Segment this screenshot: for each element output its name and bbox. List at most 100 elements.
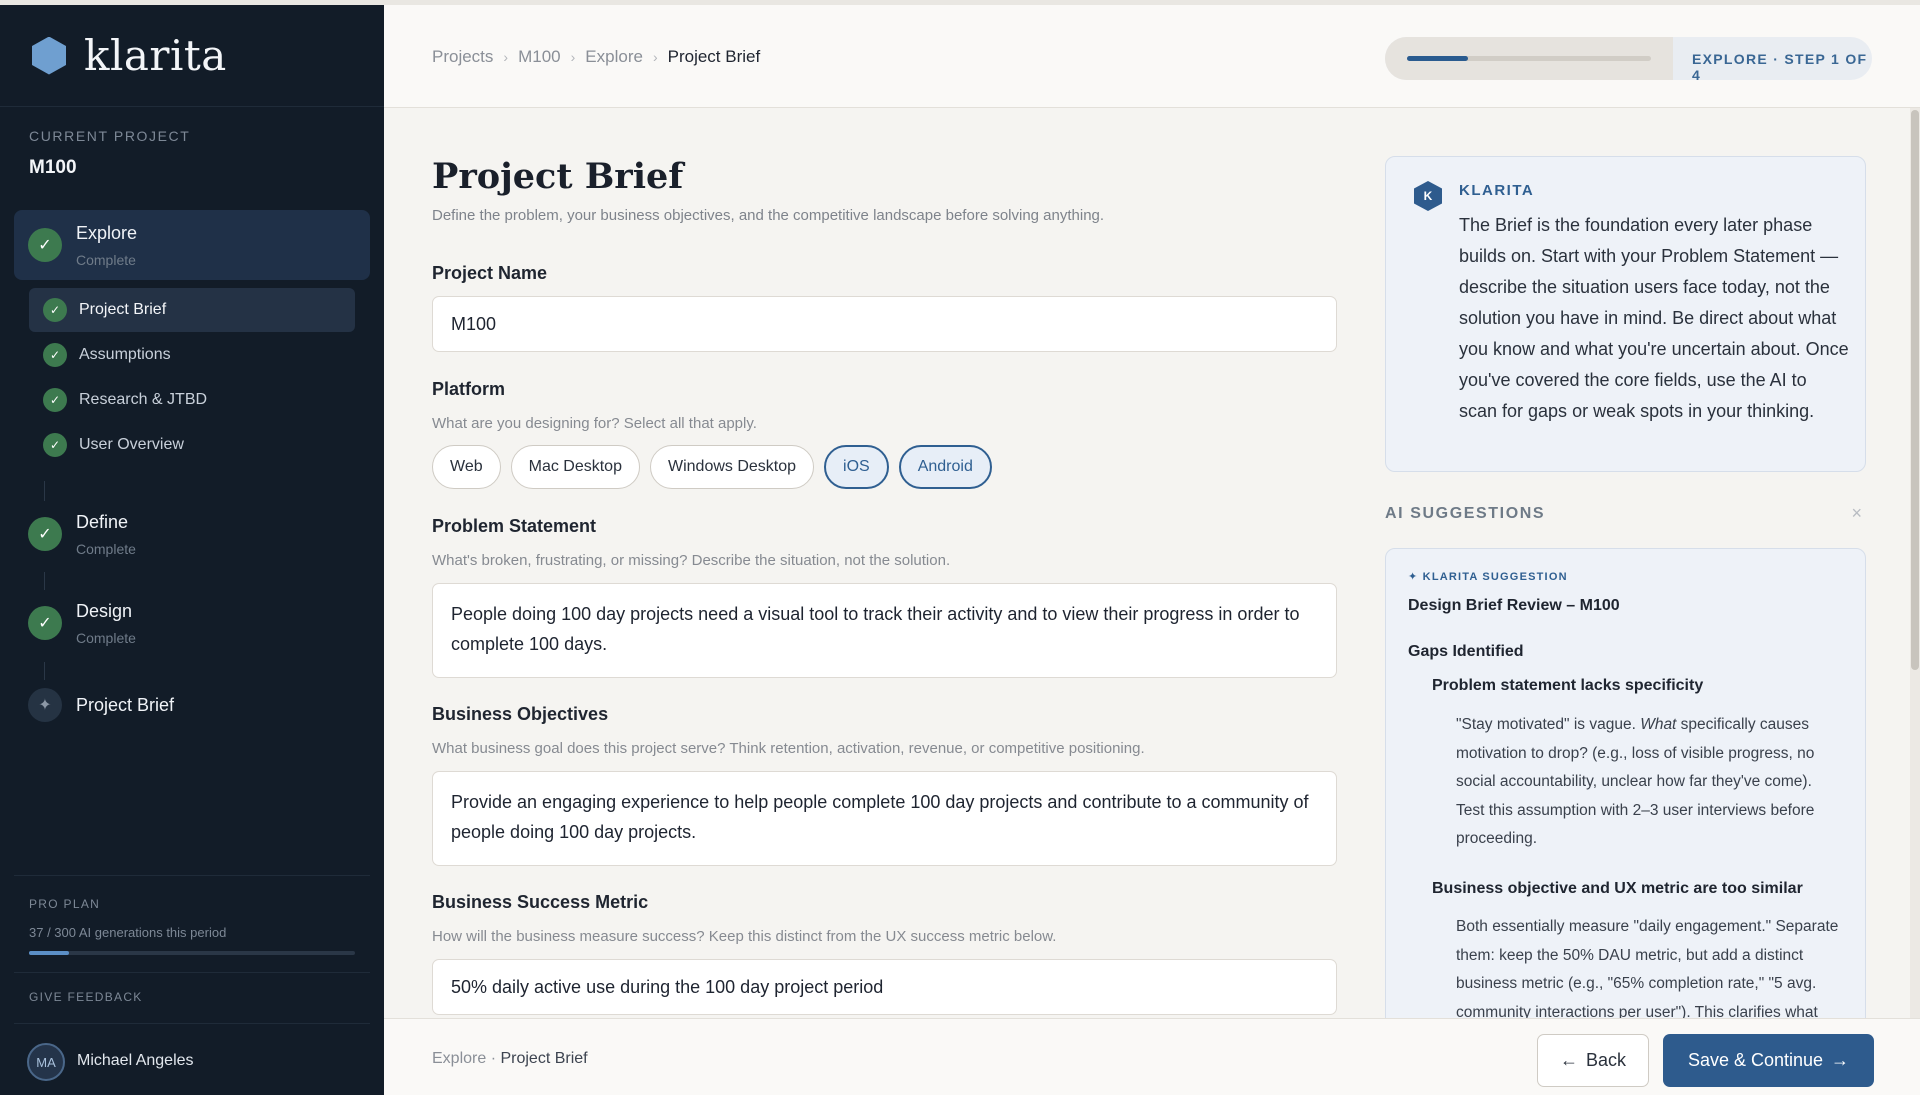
breadcrumb-current: Project Brief [667,47,761,66]
arrow-right-icon: → [1831,1050,1850,1070]
logo[interactable]: klarita [0,5,384,107]
gap-description: "Stay motivated" is vague. What specific… [1456,711,1841,854]
footer-crumb-sep: · [486,1050,501,1067]
step-research-jtbd[interactable]: ✓ Research & JTBD [29,378,355,422]
check-icon: ✓ [28,517,62,551]
bottom-bar: Explore · Project Brief ← Back Save & Co… [384,1018,1920,1095]
step-user-overview[interactable]: ✓ User Overview [29,423,355,467]
suggestion-card: ✦ KLARITA SUGGESTION Design Brief Review… [1385,548,1866,1018]
problem-statement-textarea[interactable]: People doing 100 day projects need a vis… [432,583,1337,678]
assistant-card: K KLARITA The Brief is the foundation ev… [1385,156,1866,472]
back-button[interactable]: ← Back [1537,1034,1649,1087]
step-label: User Overview [79,436,184,453]
page-title: Project Brief [432,156,684,197]
current-project-label: CURRENT PROJECT [29,128,191,144]
breadcrumb-project[interactable]: M100 [518,47,561,67]
check-icon: ✓ [43,343,67,367]
assistant-message: The Brief is the foundation every later … [1459,215,1849,421]
problem-statement-label: Problem Statement [432,516,597,536]
breadcrumb-phase[interactable]: Explore [585,47,643,67]
chevron-right-icon: › [570,49,576,65]
phase-explore[interactable]: ✓ Explore Complete [14,210,370,280]
check-icon: ✓ [43,388,67,412]
platform-chip-windows-desktop[interactable]: Windows Desktop [649,445,815,489]
platform-chip-mac-desktop[interactable]: Mac Desktop [510,445,640,489]
footer-breadcrumb: Explore · Project Brief [432,1050,588,1068]
platform-options: Web Mac Desktop Windows Desktop iOS Andr… [432,445,992,489]
top-bar: Projects › M100 › Explore › Project Brie… [384,0,1920,108]
breadcrumb: Projects › M100 › Explore › Project Brie… [432,47,760,67]
usage-progress-bar [29,951,355,955]
phase-status: Complete [76,630,136,646]
check-icon: ✓ [43,433,67,457]
close-icon[interactable]: × [1851,503,1862,524]
user-name[interactable]: Michael Angeles [77,1052,194,1070]
chevron-right-icon: › [652,49,658,65]
business-metric-input[interactable]: 50% daily active use during the 100 day … [432,959,1337,1015]
step-project-brief[interactable]: ✓ Project Brief [29,288,355,332]
save-continue-button[interactable]: Save & Continue → [1663,1034,1874,1087]
ai-suggestions-label: AI SUGGESTIONS [1385,505,1546,522]
sparkle-icon: ✦ [28,688,62,722]
step-indicator: EXPLORE · STEP 1 OF 4 [1692,51,1868,80]
divider [14,972,370,973]
klarita-avatar-icon: K [1414,181,1442,211]
step-label: Assumptions [79,346,171,363]
gap-emphasis: What [1640,716,1677,733]
platform-chip-web[interactable]: Web [432,445,501,489]
business-objectives-label: Business Objectives [432,704,609,724]
give-feedback-link[interactable]: GIVE FEEDBACK [29,990,143,1004]
platform-label: Platform [432,379,506,399]
gap-title: Business objective and UX metric are too… [1432,880,1803,897]
phase-design[interactable]: ✓ Design Complete [14,588,370,658]
divider [14,1023,370,1024]
breadcrumb-projects[interactable]: Projects [432,47,493,67]
footer-crumb-phase: Explore [432,1050,487,1067]
footer-crumb-step: Project Brief [500,1050,588,1067]
plan-usage: 37 / 300 AI generations this period [29,925,227,940]
step-assumptions[interactable]: ✓ Assumptions [29,333,355,377]
back-label: Back [1585,1050,1627,1070]
phase-title: Explore [76,223,138,243]
arrow-left-icon: ← [1559,1050,1578,1070]
assistant-name: KLARITA [1459,182,1535,199]
avatar[interactable]: MA [27,1043,65,1081]
check-icon: ✓ [28,228,62,262]
suggestion-tag: ✦ KLARITA SUGGESTION [1408,571,1568,583]
platform-chip-android[interactable]: Android [898,445,992,489]
project-name-label: Project Name [432,263,548,283]
step-label: Project Brief [79,301,167,318]
save-label: Save & Continue [1687,1050,1824,1070]
business-objectives-help: What business goal does this project ser… [432,740,1145,757]
page-subtitle: Define the problem, your business object… [432,207,1105,224]
connector-line [44,481,45,501]
phase-status: Complete [76,541,136,557]
phase-project-brief[interactable]: ✦ Project Brief [14,680,370,730]
scrollbar-thumb[interactable] [1911,110,1919,670]
assistant-panel: K KLARITA The Brief is the foundation ev… [1354,108,1920,1018]
sidebar: klarita CURRENT PROJECT M100 ✓ Explore C… [0,0,384,1095]
connector-line [44,662,45,680]
suggestion-title: Design Brief Review – M100 [1408,597,1620,614]
plan-label: PRO PLAN [29,897,101,911]
hexagon-logo-icon [32,36,66,75]
platform-chip-ios[interactable]: iOS [824,445,889,489]
current-project-name: M100 [29,157,77,178]
business-objectives-textarea[interactable]: Provide an engaging experience to help p… [432,771,1337,866]
check-icon: ✓ [28,606,62,640]
business-metric-label: Business Success Metric [432,892,649,912]
progress-fill [1407,56,1468,61]
phase-title: Design [76,601,133,621]
phase-define[interactable]: ✓ Define Complete [14,499,370,569]
divider [14,875,370,876]
platform-help: What are you designing for? Select all t… [432,415,757,432]
usage-progress-fill [29,951,70,955]
phase-status: Complete [76,252,136,268]
progress-track [1385,37,1673,80]
scrollbar[interactable] [1910,108,1920,1018]
phase-title: Project Brief [76,695,175,715]
gap-description: Both essentially measure "daily engageme… [1456,918,1839,1018]
gap-text: "Stay motivated" is vague. [1456,716,1641,733]
project-name-input[interactable]: M100 [432,296,1337,352]
problem-statement-help: What's broken, frustrating, or missing? … [432,552,951,569]
